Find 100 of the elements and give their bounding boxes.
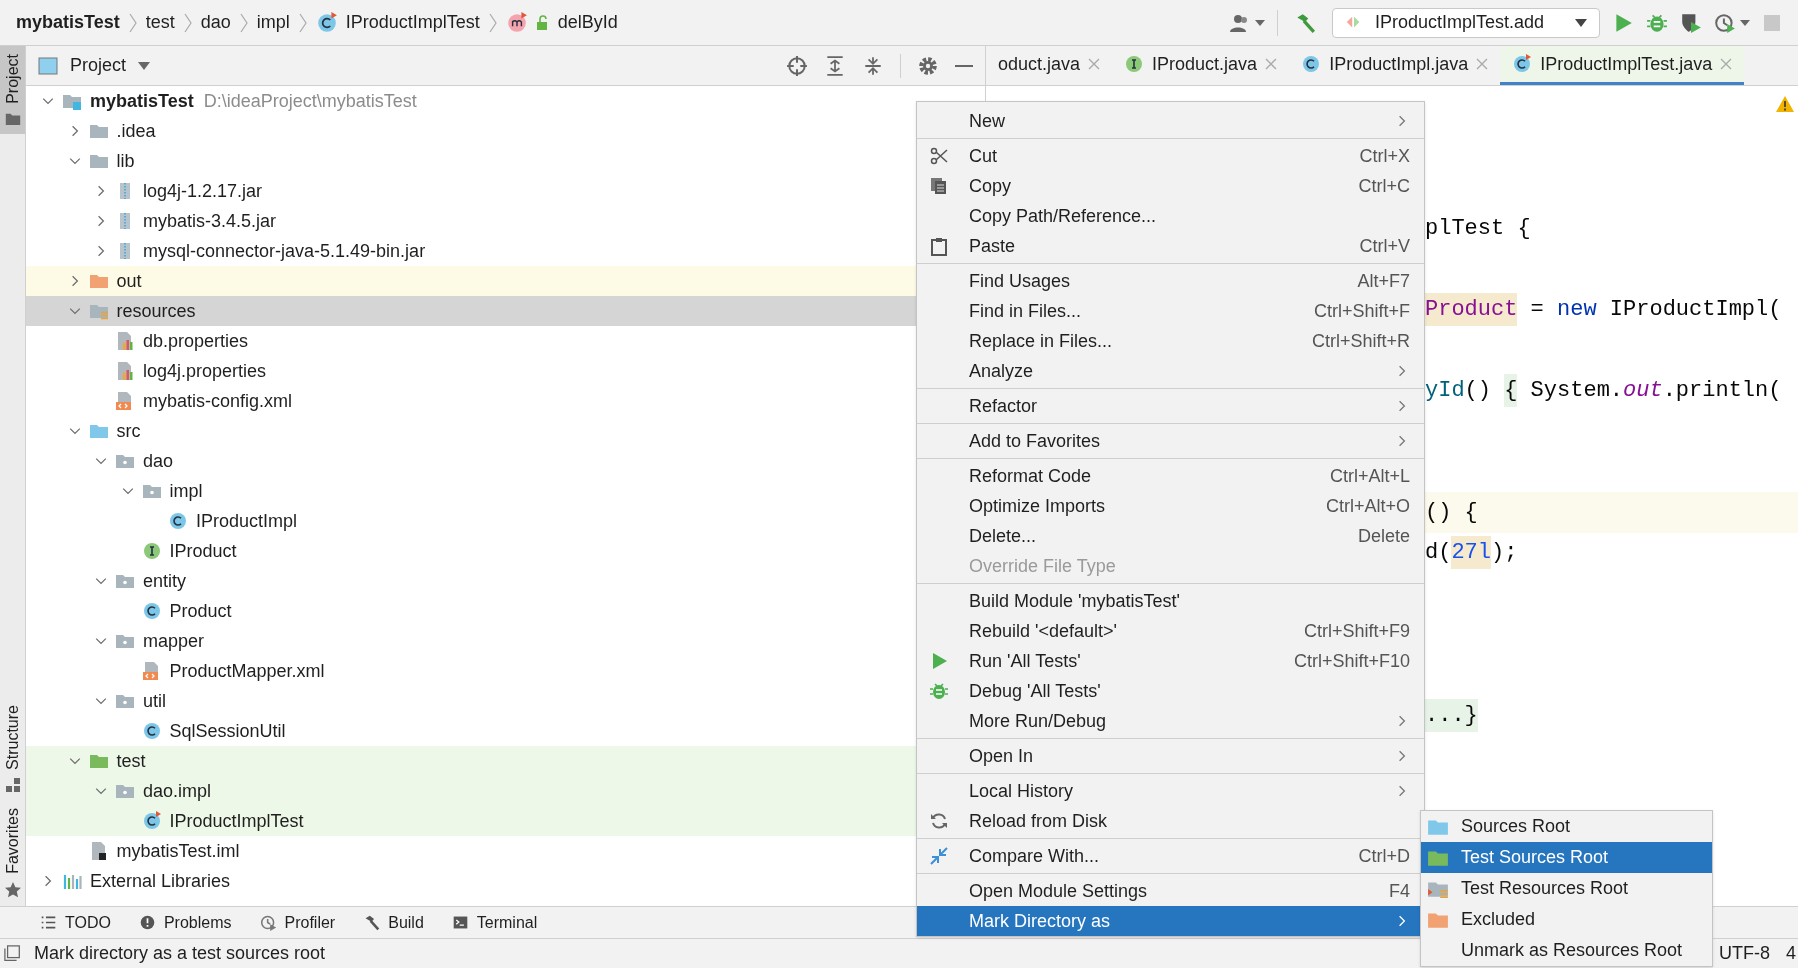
editor-tab[interactable]: IProductImplTest.java	[1500, 46, 1745, 85]
menu-item[interactable]: Copy Path/Reference...	[917, 201, 1424, 231]
tree-item[interactable]: log4j.properties	[26, 356, 916, 386]
class-icon	[1512, 54, 1533, 74]
editor-tab[interactable]: oduct.java	[986, 46, 1113, 85]
menu-item[interactable]: Local History	[917, 776, 1424, 806]
breadcrumb-link[interactable]: IProductImplTest	[311, 9, 484, 36]
interface-icon	[1124, 54, 1145, 74]
locate-button[interactable]	[786, 54, 808, 77]
tool-window-tab[interactable]: Project	[0, 46, 25, 134]
tree-item[interactable]: src	[26, 416, 916, 446]
menu-item[interactable]: Run 'All Tests' Ctrl+Shift+F10	[917, 646, 1424, 676]
menu-item[interactable]: Paste Ctrl+V	[917, 231, 1424, 261]
terminal-icon	[451, 914, 469, 931]
class-icon	[141, 601, 162, 621]
tree-item[interactable]: util	[26, 686, 916, 716]
tree-item[interactable]: mysql-connector-java-5.1.49-bin.jar	[26, 236, 916, 266]
profiler-button[interactable]	[1714, 11, 1750, 34]
compare-icon	[929, 846, 949, 866]
menu-item[interactable]: Test Sources Root	[1421, 842, 1712, 873]
tree-item[interactable]: External Libraries	[26, 866, 916, 896]
user-button[interactable]	[1229, 12, 1265, 33]
menu-item[interactable]: Open In	[917, 741, 1424, 771]
menu-item[interactable]: Debug 'All Tests'	[917, 676, 1424, 706]
menu-item[interactable]: Find Usages Alt+F7	[917, 266, 1424, 296]
tree-item[interactable]: lib	[26, 146, 916, 176]
tree-item[interactable]: IProduct	[26, 536, 916, 566]
interface-icon	[141, 541, 162, 561]
tool-window-button[interactable]: Build	[363, 910, 424, 935]
view-dropdown[interactable]: Project	[38, 52, 151, 79]
status-item[interactable]: 4	[1786, 940, 1798, 967]
tree-item[interactable]: dao.impl	[26, 776, 916, 806]
tree-item[interactable]: ProductMapper.xml	[26, 656, 916, 686]
menu-item[interactable]: Optimize Imports Ctrl+Alt+O	[917, 491, 1424, 521]
expand-all-button[interactable]	[824, 54, 846, 77]
breadcrumb-link[interactable]: mybatisTest	[12, 9, 124, 36]
tree-item[interactable]: mybatisTest.iml	[26, 836, 916, 866]
hide-button[interactable]	[955, 64, 973, 67]
breadcrumb-link[interactable]: test	[141, 9, 179, 36]
tree-item[interactable]: log4j-1.2.17.jar	[26, 176, 916, 206]
tool-window-tab[interactable]: Structure	[0, 697, 25, 801]
editor-tab[interactable]: IProductImpl.java	[1289, 46, 1501, 85]
tree-item[interactable]: IProductImplTest	[26, 806, 916, 836]
tree-item[interactable]: Product	[26, 596, 916, 626]
menu-item[interactable]: Rebuild '<default>' Ctrl+Shift+F9	[917, 616, 1424, 646]
caret-icon	[138, 61, 151, 70]
tree-item[interactable]: IProductImpl	[26, 506, 916, 536]
tree-item[interactable]: mybatisTest D:\ideaProject\mybatisTest	[26, 86, 916, 116]
properties-file-icon	[115, 331, 135, 351]
code-line: d(27l);	[1425, 532, 1518, 574]
menu-item[interactable]: Excluded	[1421, 904, 1712, 935]
menu-item[interactable]: Delete... Delete	[917, 521, 1424, 551]
menu-item[interactable]: Replace in Files... Ctrl+Shift+R	[917, 326, 1424, 356]
tool-window-button[interactable]: Profiler	[259, 910, 336, 935]
menu-item[interactable]: Reload from Disk	[917, 806, 1424, 836]
tree-item[interactable]: out	[26, 266, 916, 296]
menu-item[interactable]: Compare With... Ctrl+D	[917, 841, 1424, 871]
close-icon	[1088, 58, 1101, 70]
code-line: Product = new IProductImpl(	[1425, 289, 1782, 330]
menu-item[interactable]: Build Module 'mybatisTest'	[917, 586, 1424, 616]
tree-item[interactable]: SqlSessionUtil	[26, 716, 916, 746]
run-configuration-dropdown[interactable]: IProductImplTest.add	[1332, 7, 1600, 38]
tool-window-button[interactable]: TODO	[40, 910, 111, 935]
menu-item[interactable]: Sources Root	[1421, 811, 1712, 842]
minus-icon	[955, 64, 973, 67]
tool-window-button[interactable]: Terminal	[451, 910, 538, 935]
coverage-button[interactable]	[1680, 11, 1702, 34]
menu-item[interactable]: Copy Ctrl+C	[917, 171, 1424, 201]
menu-item[interactable]: Reformat Code Ctrl+Alt+L	[917, 461, 1424, 491]
class-icon	[141, 721, 162, 741]
menu-item[interactable]: Refactor	[917, 391, 1424, 421]
tree-item[interactable]: mapper	[26, 626, 916, 656]
breadcrumb-link[interactable]: impl	[252, 9, 294, 36]
menu-item[interactable]: Find in Files... Ctrl+Shift+F	[917, 296, 1424, 326]
menu-item[interactable]: Test Resources Root	[1421, 873, 1712, 904]
collapse-all-button[interactable]	[862, 54, 884, 77]
tool-window-tab[interactable]: Favorites	[0, 800, 25, 906]
menu-item[interactable]: More Run/Debug	[917, 706, 1424, 736]
breadcrumb-link[interactable]: delById	[501, 9, 622, 36]
menu-item[interactable]: Analyze	[917, 356, 1424, 386]
tree-item[interactable]: dao	[26, 446, 916, 476]
menu-item[interactable]: Open Module Settings F4	[917, 876, 1424, 906]
tree-item[interactable]: test	[26, 746, 916, 776]
tree-item[interactable]: db.properties	[26, 326, 916, 356]
tool-window-button[interactable]: Problems	[138, 910, 232, 935]
tree-item[interactable]: mybatis-config.xml	[26, 386, 916, 416]
tree-item[interactable]: .idea	[26, 116, 916, 146]
menu-item[interactable]: New	[917, 106, 1424, 136]
menu-item[interactable]: Unmark as Resources Root	[1421, 935, 1712, 966]
editor-tab[interactable]: IProduct.java	[1112, 46, 1290, 85]
tree-item[interactable]: mybatis-3.4.5.jar	[26, 206, 916, 236]
status-item[interactable]: UTF-8	[1719, 940, 1774, 967]
tree-item[interactable]: resources	[26, 296, 916, 326]
menu-item[interactable]: Cut Ctrl+X	[917, 141, 1424, 171]
breadcrumb-link[interactable]: dao	[196, 9, 235, 36]
menu-item[interactable]: Add to Favorites	[917, 426, 1424, 456]
settings-button[interactable]	[917, 54, 939, 77]
tree-item[interactable]: impl	[26, 476, 916, 506]
class-icon	[141, 811, 162, 831]
tree-item[interactable]: entity	[26, 566, 916, 596]
